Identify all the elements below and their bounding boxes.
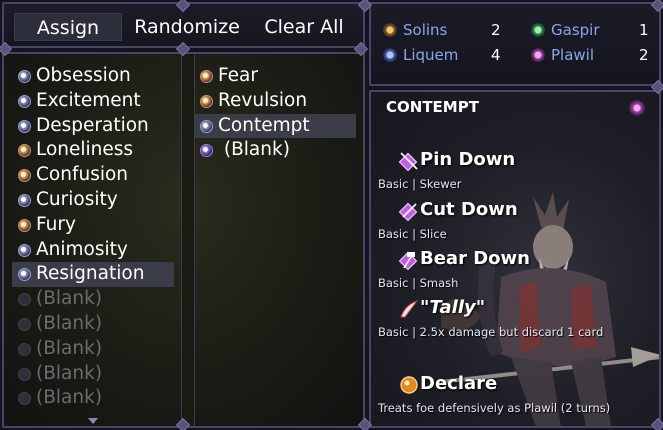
scroll-down-arrow-icon[interactable] bbox=[88, 418, 98, 424]
ember-icon bbox=[200, 70, 213, 83]
ember-icon bbox=[200, 94, 213, 108]
list-item-label: (Blank) bbox=[36, 387, 103, 409]
list-item[interactable]: (Blank) bbox=[12, 287, 174, 312]
list-item[interactable]: Confusion bbox=[12, 163, 174, 188]
spirit-icon bbox=[18, 94, 31, 108]
empty-slot-icon bbox=[18, 392, 31, 406]
spirit-icon bbox=[18, 268, 31, 282]
list-item[interactable]: Fury bbox=[12, 213, 174, 238]
list-item-label: Loneliness bbox=[36, 139, 134, 161]
spirit-icon bbox=[200, 119, 213, 133]
list-item-label: (Blank) bbox=[36, 288, 103, 310]
list-item[interactable]: Desperation bbox=[12, 114, 174, 139]
list-item[interactable]: (Blank) bbox=[12, 312, 174, 337]
list-item[interactable]: (Blank) bbox=[12, 337, 174, 362]
randomize-button[interactable]: Randomize bbox=[126, 13, 248, 41]
skill-description: Treats foe defensively as Plawil (2 turn… bbox=[378, 401, 611, 415]
count-label: Plawil bbox=[551, 46, 595, 64]
list-item-label: Obsession bbox=[36, 65, 131, 86]
count-label: Gaspir bbox=[551, 21, 600, 39]
blade-skill-icon bbox=[400, 300, 419, 318]
list-item-selected[interactable]: Contempt bbox=[194, 113, 356, 139]
skill-name: Pin Down bbox=[420, 149, 516, 170]
skill-description: Basic | Smash bbox=[378, 276, 459, 290]
list-item-label: Desperation bbox=[36, 114, 149, 136]
element-counts-panel: Solins 2 Liquem 4 Gaspir 1 Plawil 2 bbox=[369, 2, 661, 86]
skill-name: "Tally" bbox=[420, 297, 486, 318]
list-item[interactable]: Curiosity bbox=[12, 188, 174, 213]
count-value: 1 bbox=[639, 21, 649, 39]
emotion-list-right: Fear Revulsion Contempt (Blank) bbox=[194, 64, 356, 163]
gaspir-icon bbox=[531, 23, 545, 37]
skill-name: Bear Down bbox=[420, 248, 530, 269]
list-item-selected[interactable]: Resignation bbox=[12, 262, 174, 288]
assign-button[interactable]: Assign bbox=[14, 13, 122, 41]
list-item[interactable]: Revulsion bbox=[194, 89, 356, 114]
skill-description: Basic | Skewer bbox=[378, 177, 462, 191]
list-item-label: (Blank) bbox=[218, 139, 290, 161]
count-plawil: Plawil 2 bbox=[531, 44, 651, 66]
list-item-label: Animosity bbox=[36, 238, 128, 260]
list-item-label: Resignation bbox=[36, 263, 145, 285]
skill-description: Basic | Slice bbox=[378, 227, 447, 241]
count-solins: Solins 2 bbox=[383, 19, 503, 41]
spear-skill-icon bbox=[399, 152, 418, 171]
spirit-icon bbox=[18, 243, 31, 257]
count-liquem: Liquem 4 bbox=[383, 44, 503, 66]
ember-icon bbox=[18, 169, 31, 183]
emotion-detail-panel: CONTEMPT Pin Down Basic | Skewer Cut Dow… bbox=[369, 90, 661, 428]
spirit-icon bbox=[18, 193, 31, 207]
list-item[interactable]: (Blank) bbox=[194, 138, 356, 163]
skill-name: Cut Down bbox=[420, 199, 518, 220]
count-label: Solins bbox=[403, 21, 448, 39]
skill-name: Declare bbox=[420, 373, 498, 394]
spirit-icon bbox=[18, 119, 31, 133]
orange-orb-icon bbox=[400, 376, 418, 394]
list-item-label: (Blank) bbox=[36, 312, 103, 334]
column-divider bbox=[181, 54, 195, 426]
list-item[interactable]: Animosity bbox=[12, 238, 174, 263]
count-value: 2 bbox=[491, 21, 501, 39]
list-item[interactable]: (Blank) bbox=[12, 362, 174, 387]
list-item-label: (Blank) bbox=[36, 362, 103, 384]
list-item-label: Excitement bbox=[36, 89, 141, 111]
plawil-icon bbox=[531, 48, 545, 62]
clear-all-button[interactable]: Clear All bbox=[252, 13, 356, 41]
empty-slot-icon bbox=[18, 293, 31, 307]
list-item-label: Fear bbox=[218, 65, 258, 86]
empty-slot-icon bbox=[18, 342, 31, 356]
plawil-badge-icon bbox=[629, 100, 645, 116]
empty-slot-icon bbox=[18, 367, 31, 381]
list-item-label: Contempt bbox=[218, 114, 310, 136]
spirit-icon bbox=[18, 70, 31, 83]
list-item[interactable]: Obsession bbox=[12, 64, 174, 89]
list-item-label: Fury bbox=[36, 213, 76, 235]
count-gaspir: Gaspir 1 bbox=[531, 19, 651, 41]
count-value: 4 bbox=[491, 46, 501, 64]
sword-skill-icon bbox=[399, 202, 418, 221]
skill-description: Basic | 2.5x damage but discard 1 card bbox=[378, 325, 604, 339]
list-item-label: Confusion bbox=[36, 164, 129, 186]
count-label: Liquem bbox=[403, 46, 459, 64]
detail-title: CONTEMPT bbox=[386, 98, 479, 116]
emotion-list-panel: Obsession Excitement Desperation Lonelin… bbox=[2, 52, 365, 428]
ember-icon bbox=[18, 218, 31, 232]
violet-orb-icon bbox=[200, 144, 213, 158]
empty-slot-icon bbox=[18, 317, 31, 331]
hammer-skill-icon bbox=[399, 251, 418, 270]
list-item[interactable]: Fear bbox=[194, 64, 356, 89]
emotion-list-left: Obsession Excitement Desperation Lonelin… bbox=[12, 64, 174, 411]
list-item-label: Curiosity bbox=[36, 188, 118, 210]
list-item[interactable]: Excitement bbox=[12, 89, 174, 114]
liquem-icon bbox=[383, 48, 397, 62]
list-item[interactable]: Loneliness bbox=[12, 138, 174, 163]
list-item[interactable]: (Blank) bbox=[12, 386, 174, 411]
list-item-label: (Blank) bbox=[36, 337, 103, 359]
solins-icon bbox=[383, 23, 397, 37]
ember-icon bbox=[18, 144, 31, 158]
list-item-label: Revulsion bbox=[218, 89, 308, 111]
count-value: 2 bbox=[639, 46, 649, 64]
